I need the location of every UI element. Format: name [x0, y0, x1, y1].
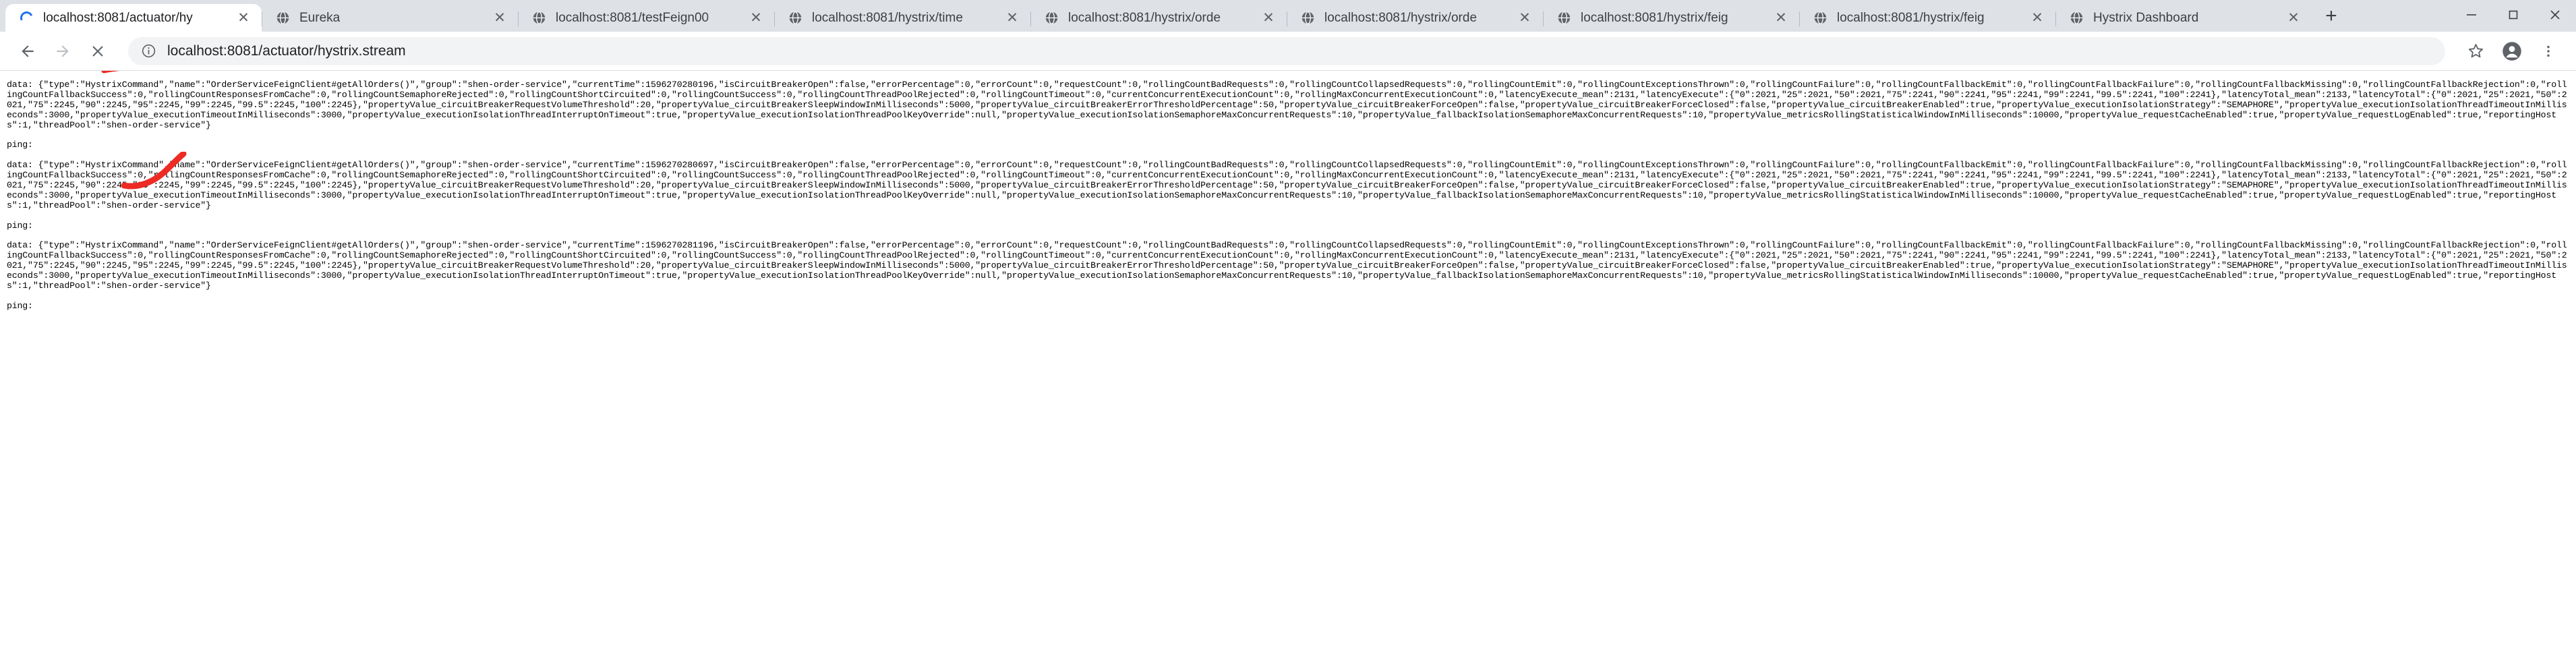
stop-loading-button[interactable]	[82, 36, 113, 67]
tab-title: localhost:8081/hystrix/feig	[1837, 10, 1985, 25]
address-bar-url: localhost:8081/actuator/hystrix.stream	[167, 42, 406, 59]
globe-icon	[2069, 11, 2084, 26]
globe-icon	[1556, 11, 1571, 26]
browser-window: localhost:8081/actuator/hy ✕ Eureka ✕ lo…	[0, 0, 2576, 663]
globe-icon	[1044, 11, 1059, 26]
new-tab-button[interactable]: +	[2317, 2, 2345, 30]
window-minimize-button[interactable]	[2451, 0, 2492, 30]
sse-data-block-2: data: {"type":"HystrixCommand","name":"O…	[7, 160, 2567, 210]
address-bar[interactable]: localhost:8081/actuator/hystrix.stream	[128, 36, 2445, 65]
sse-ping-2: ping:	[7, 220, 33, 231]
browser-tab-1[interactable]: Eureka ✕	[262, 4, 518, 32]
tab-title: localhost:8081/actuator/hy	[43, 10, 193, 25]
browser-tab-7[interactable]: localhost:8081/hystrix/feig ✕	[1799, 4, 2055, 32]
tab-close-icon[interactable]: ✕	[1772, 9, 1790, 27]
sse-ping-3: ping:	[7, 300, 33, 311]
tab-strip: localhost:8081/actuator/hy ✕ Eureka ✕ lo…	[0, 0, 2576, 32]
browser-tab-4[interactable]: localhost:8081/hystrix/orde ✕	[1030, 4, 1287, 32]
browser-tab-6[interactable]: localhost:8081/hystrix/feig ✕	[1543, 4, 1799, 32]
tab-close-icon[interactable]: ✕	[2028, 9, 2046, 27]
browser-tab-0[interactable]: localhost:8081/actuator/hy ✕	[5, 4, 262, 32]
globe-icon	[531, 11, 546, 26]
tab-close-icon[interactable]: ✕	[235, 9, 252, 27]
page-content: data: {"type":"HystrixCommand","name":"O…	[0, 71, 2576, 663]
tab-title: localhost:8081/testFeign00	[556, 10, 709, 25]
tab-close-icon[interactable]: ✕	[1516, 9, 1533, 27]
tab-title: localhost:8081/hystrix/feig	[1581, 10, 1728, 25]
tab-title: Eureka	[299, 10, 341, 25]
tab-title: Hystrix Dashboard	[2093, 10, 2199, 25]
profile-avatar-icon[interactable]	[2496, 36, 2527, 67]
tab-close-icon[interactable]: ✕	[1260, 9, 1277, 27]
sse-ping-1: ping:	[7, 140, 33, 150]
browser-tab-3[interactable]: localhost:8081/hystrix/time ✕	[774, 4, 1030, 32]
bookmark-star-icon[interactable]	[2460, 36, 2491, 67]
tab-title: localhost:8081/hystrix/orde	[1324, 10, 1477, 25]
window-controls	[2451, 0, 2576, 30]
browser-tab-8[interactable]: Hystrix Dashboard ✕	[2055, 4, 2312, 32]
globe-icon	[1813, 11, 1827, 26]
annotation-underline-hystrix-stream	[101, 71, 119, 74]
tab-close-icon[interactable]: ✕	[747, 9, 765, 27]
sse-data-block-3: data: {"type":"HystrixCommand","name":"O…	[7, 240, 2567, 291]
tab-close-icon[interactable]: ✕	[2285, 9, 2302, 27]
tab-title: localhost:8081/hystrix/orde	[1068, 10, 1221, 25]
back-button[interactable]	[12, 36, 43, 67]
site-info-icon[interactable]	[140, 43, 156, 59]
window-maximize-button[interactable]	[2492, 0, 2534, 30]
sse-data-block-1: data: {"type":"HystrixCommand","name":"O…	[7, 80, 2567, 130]
browser-tab-2[interactable]: localhost:8081/testFeign00 ✕	[518, 4, 774, 32]
browser-menu-icon[interactable]	[2533, 36, 2564, 67]
tab-title: localhost:8081/hystrix/time	[812, 10, 963, 25]
tab-close-icon[interactable]: ✕	[491, 9, 508, 27]
window-close-button[interactable]	[2534, 0, 2576, 30]
browser-toolbar: localhost:8081/actuator/hystrix.stream	[0, 32, 2576, 70]
tab-close-icon[interactable]: ✕	[1003, 9, 1021, 27]
globe-icon	[788, 11, 802, 26]
loading-spinner-icon	[18, 9, 35, 26]
globe-icon	[275, 11, 290, 26]
globe-icon	[1300, 11, 1315, 26]
browser-tab-5[interactable]: localhost:8081/hystrix/orde ✕	[1287, 4, 1543, 32]
forward-button[interactable]	[47, 36, 78, 67]
